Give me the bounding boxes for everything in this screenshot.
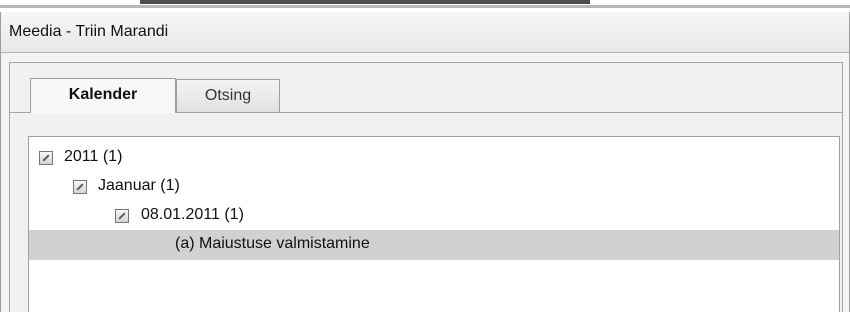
tree-item-label: 08.01.2011 (1) [141,206,244,223]
tab-strip: Kalender Otsing [10,63,842,122]
tab-otsing[interactable]: Otsing [176,79,280,112]
top-divider [0,5,850,8]
tree-item-year-2011[interactable]: 2011 (1) [29,143,839,173]
window-title: Meedia - Triin Marandi [9,23,169,40]
tree-item-maiustuse-valmistamine[interactable]: (a) Maiustuse valmistamine [29,230,839,260]
collapse-icon[interactable] [73,180,87,194]
top-strip [0,0,850,10]
collapse-icon[interactable] [115,209,129,223]
media-window: Meedia - Triin Marandi Kalender Otsing 2… [0,12,850,312]
collapse-icon[interactable] [39,151,53,165]
tree-item-label: Jaanuar (1) [98,177,180,194]
tab-kalender[interactable]: Kalender [30,78,176,113]
tree-item-date-08-01-2011[interactable]: 08.01.2011 (1) [29,201,839,231]
calendar-tree[interactable]: 2011 (1) Jaanuar (1) 08.01.2011 (1) (a) … [28,136,840,312]
tree-item-month-jaanuar[interactable]: Jaanuar (1) [29,172,839,202]
tree-item-label: 2011 (1) [64,148,123,165]
tree-item-label: (a) Maiustuse valmistamine [175,235,370,252]
top-dark-bar [140,0,590,4]
window-content: Kalender Otsing 2011 (1) Jaanuar (1) 08.… [9,62,843,312]
window-titlebar[interactable]: Meedia - Triin Marandi [1,12,849,53]
